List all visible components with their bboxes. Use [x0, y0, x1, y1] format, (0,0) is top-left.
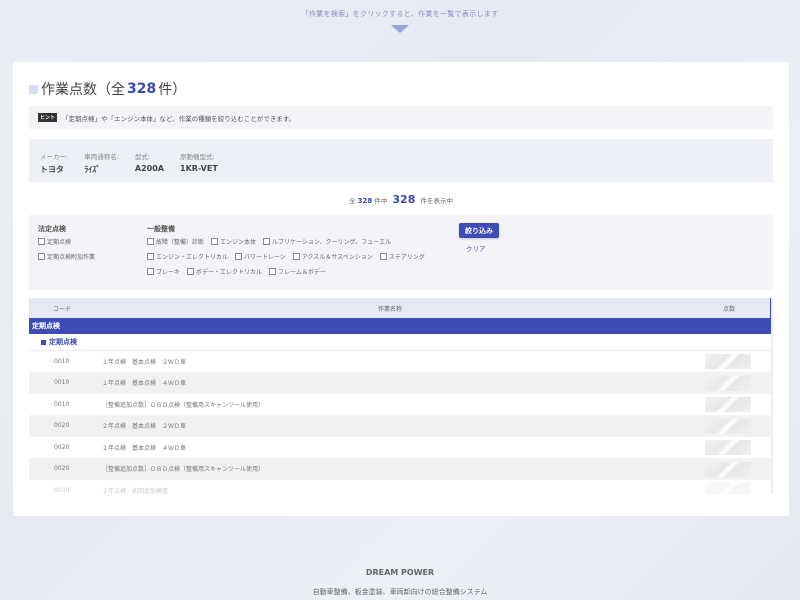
- hint-text: 「定期点検」や「エンジン本体」など、作業の種類を絞り込むことができます。: [62, 114, 296, 123]
- table-row[interactable]: 0010 ［整備追加点数］ＯＢＤ点検（整備用スキャンツール使用）: [29, 394, 771, 416]
- header-code: コード: [53, 305, 72, 313]
- result-count: 全 328 件中 328 件を表示中: [349, 193, 453, 206]
- total-count: 328: [127, 81, 157, 97]
- work-list-card: 作業点数（全 328 件） ヒント 「定期点検」や「エンジン本体」など、作業の種…: [13, 62, 789, 516]
- subcategory-square-icon: [41, 339, 46, 345]
- checkbox-periodic-additional[interactable]: 定期点検附加作業: [38, 252, 95, 261]
- header-points: 点数: [723, 305, 736, 313]
- vehicle-info: メーカー: トヨタ 車両通称名: ﾗｲｽﾞ 型式: A200A 原動機型式: 1…: [29, 139, 773, 182]
- hint-badge: ヒント: [38, 113, 58, 122]
- checkbox-brake[interactable]: ブレーキ: [147, 267, 180, 276]
- down-arrow-icon: [391, 25, 409, 33]
- page-title: 作業点数（全 328 件）: [29, 79, 186, 99]
- checkbox-lubrication[interactable]: ルブリケーション、クーリング、フューエル: [263, 237, 391, 246]
- apply-filter-button[interactable]: 絞り込み: [459, 223, 499, 238]
- checkbox-engine-electrical[interactable]: エンジン・エレクトリカル: [147, 252, 228, 261]
- checkbox-engine-body[interactable]: エンジン本体: [211, 237, 256, 246]
- filter-panel: 法定点検 定期点検 定期点検附加作業 一般整備 故障（整備）診断 エンジン本体 …: [29, 215, 773, 290]
- search-instruction: 「作業を検索」をクリックすると、作業を一覧で表示します: [301, 10, 499, 18]
- table-row[interactable]: 0020 ［整備追加点数］ＯＢＤ点検（整備用スキャンツール使用）: [29, 458, 771, 480]
- points-masked: [705, 461, 751, 477]
- vehicle-model: 型式: A200A: [134, 153, 164, 173]
- table-header: コード 作業名称 点数: [29, 298, 771, 318]
- scrollbar-thumb[interactable]: [770, 298, 771, 318]
- subcategory-row: 定期点検: [29, 334, 771, 351]
- filter-group-legal: 法定点検 定期点検 定期点検附加作業: [38, 225, 96, 261]
- checkbox-diagnosis[interactable]: 故障（整備）診断: [147, 237, 204, 246]
- title-square-icon: [29, 84, 38, 94]
- footer-divider: [290, 547, 510, 548]
- table-row[interactable]: 0010 １年点検 基本点検 ４ＷＤ車: [29, 372, 771, 394]
- clear-filter-link[interactable]: クリア: [466, 243, 486, 253]
- hint-box: ヒント 「定期点検」や「エンジン本体」など、作業の種類を絞り込むことができます。: [29, 106, 773, 129]
- category-row: 定期点検: [29, 318, 771, 334]
- vehicle-engine: 原動機型式: 1KR-VET: [180, 153, 218, 173]
- checkbox-axle-suspension[interactable]: アクスル＆サスペンション: [292, 252, 373, 261]
- points-masked: [705, 418, 751, 434]
- footer-brand: DREAM POWER: [365, 568, 435, 577]
- table-row[interactable]: 0020 ２年点検 基本点検 ２ＷＤ車: [29, 415, 771, 437]
- filter-group-general: 一般整備 故障（整備）診断 エンジン本体 ルブリケーション、クーリング、フューエ…: [147, 225, 425, 276]
- points-masked: [705, 354, 751, 369]
- vehicle-name: 車両通称名: ﾗｲｽﾞ: [84, 153, 119, 174]
- checkbox-periodic-inspection[interactable]: 定期点検: [38, 237, 71, 246]
- checkbox-body-electrical[interactable]: ボデー・エレクトリカル: [187, 267, 262, 276]
- vehicle-maker: メーカー: トヨタ: [40, 153, 69, 174]
- table-row[interactable]: 0020 ２年点検 基本点検 ４ＷＤ車: [29, 437, 771, 459]
- header-name: 作業名称: [378, 305, 403, 313]
- points-masked: [705, 375, 751, 391]
- footer-description: 自動車整備、板金塗装、車両卸向けの総合整備システム: [312, 588, 488, 596]
- checkbox-steering[interactable]: ステアリング: [379, 252, 425, 261]
- checkbox-powertrain[interactable]: パワートレーン: [235, 252, 286, 261]
- points-masked: [705, 483, 751, 494]
- table-row[interactable]: 0030 ２年点検 初回追加検査: [29, 480, 771, 494]
- checkbox-frame-body[interactable]: フレーム＆ボデー: [269, 267, 326, 276]
- points-masked: [705, 397, 751, 412]
- points-masked: [705, 440, 751, 455]
- work-table: コード 作業名称 点数 定期点検 定期点検 0010 １年点検 基本点検 ２ＷＤ…: [29, 298, 773, 494]
- table-row[interactable]: 0010 １年点検 基本点検 ２ＷＤ車: [29, 351, 771, 373]
